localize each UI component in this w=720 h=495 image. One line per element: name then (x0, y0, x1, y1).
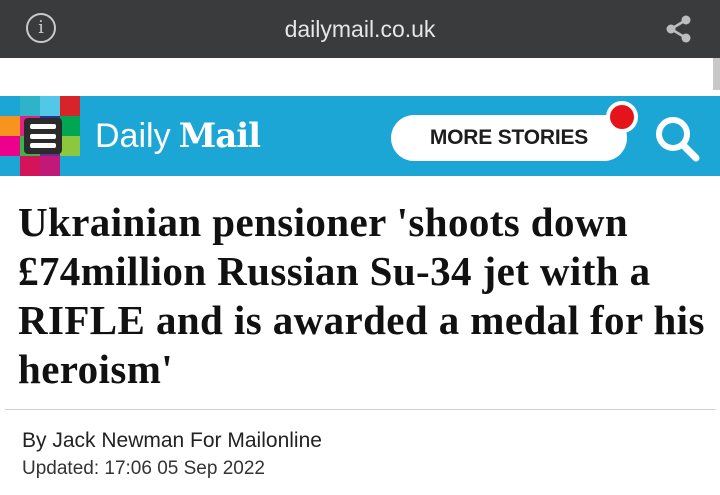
browser-toolbar: i dailymail.co.uk (0, 0, 720, 58)
article-headline: Ukrainian pensioner 'shoots down £74mill… (18, 199, 705, 392)
mosaic-tile (60, 156, 80, 176)
notification-dot (606, 101, 638, 133)
article-updated-time: Updated: 17:06 05 Sep 2022 (22, 458, 265, 479)
more-stories-button[interactable]: MORE STORIES (391, 115, 627, 161)
menu-line (30, 133, 56, 139)
menu-line (30, 124, 56, 129)
menu-icon[interactable] (24, 118, 62, 154)
mosaic-tile (0, 136, 20, 156)
mosaic-tile (20, 96, 40, 116)
mosaic-tile (0, 156, 20, 176)
logo-mail: Mail (178, 116, 261, 156)
divider (5, 409, 716, 410)
mosaic-tile (20, 156, 40, 176)
scrollbar[interactable] (713, 58, 720, 90)
page-top-gap (0, 58, 720, 96)
mosaic-tile (0, 96, 20, 116)
mosaic-tile (0, 116, 20, 136)
url-text[interactable]: dailymail.co.uk (0, 16, 720, 42)
search-icon[interactable] (652, 114, 702, 162)
site-logo[interactable]: Daily Mail (95, 116, 261, 156)
mosaic-tile (60, 116, 80, 136)
mosaic-tile (40, 96, 60, 116)
mosaic-tile (60, 136, 80, 156)
mosaic-tile (40, 156, 60, 176)
mosaic-tile (60, 96, 80, 116)
article-byline[interactable]: By Jack Newman For Mailonline (22, 429, 322, 453)
menu-line (30, 143, 56, 148)
share-icon[interactable] (664, 14, 694, 44)
logo-daily: Daily (95, 117, 171, 155)
